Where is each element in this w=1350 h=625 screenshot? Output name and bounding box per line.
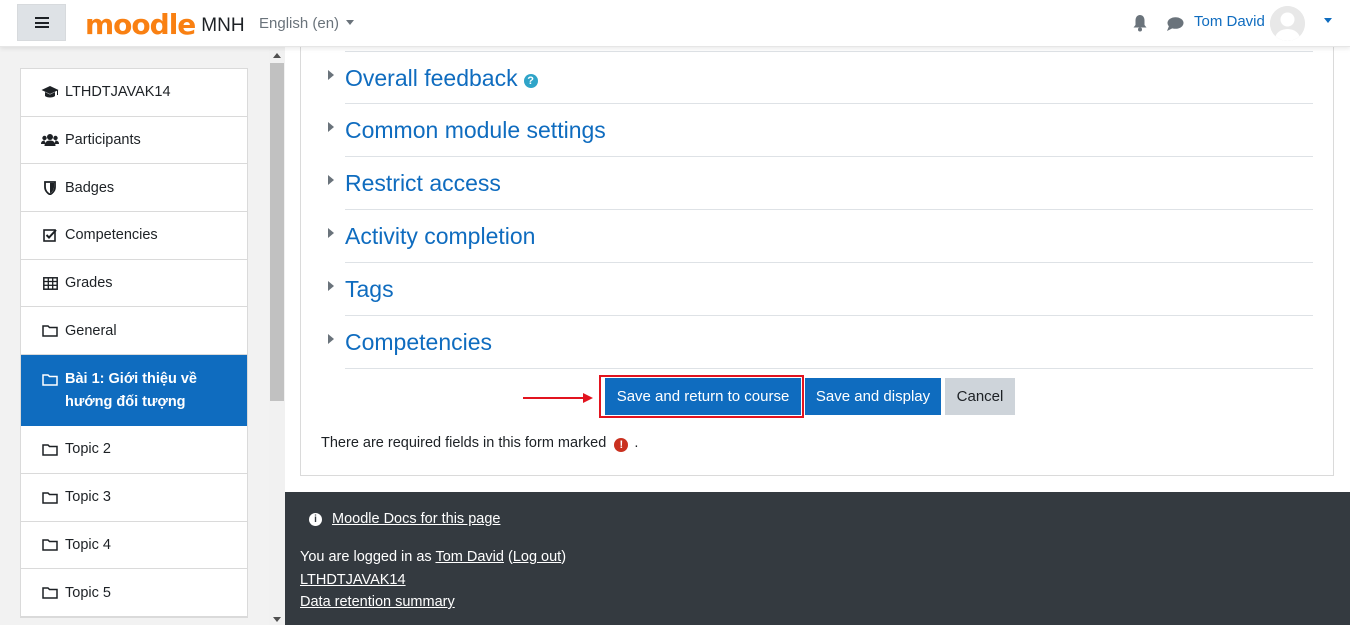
moodle-docs-link[interactable]: Moodle Docs for this page — [332, 511, 500, 527]
folder-icon — [41, 585, 59, 601]
section-title: Competencies — [345, 329, 493, 355]
sidebar-item-label: Bài 1: Giới thiệu về hướng đối tượng — [65, 371, 197, 411]
user-menu-chevron-icon[interactable] — [1324, 18, 1332, 23]
scrollbar-thumb[interactable] — [270, 63, 284, 401]
logged-in-prefix: You are logged in as — [300, 549, 432, 565]
moodle-logo: moodle — [85, 8, 196, 41]
chevron-right-icon — [328, 70, 334, 80]
check-square-icon — [41, 227, 59, 243]
sidebar-item-lesson-1[interactable]: Bài 1: Giới thiệu về hướng đối tượng — [21, 355, 247, 427]
data-retention-link[interactable]: Data retention summary — [300, 594, 455, 610]
table-icon — [41, 275, 59, 291]
footer-retention-row: Data retention summary — [300, 594, 455, 610]
user-name-link[interactable]: Tom David — [1194, 13, 1265, 30]
section-restrict-access[interactable]: Restrict access — [328, 156, 1313, 209]
top-navbar: moodle MNH English (en) Tom David — [0, 0, 1350, 47]
sidebar-item-participants[interactable]: Participants — [21, 117, 247, 165]
page-footer: i Moodle Docs for this page You are logg… — [285, 492, 1350, 625]
chevron-right-icon — [328, 281, 334, 291]
sidebar-item-topic-3[interactable]: Topic 3 — [21, 474, 247, 522]
section-title: Overall feedback? — [345, 65, 538, 92]
cancel-button[interactable]: Cancel — [945, 378, 1015, 415]
sidebar-item-label: Grades — [65, 275, 113, 292]
docs-link-row: i Moodle Docs for this page — [309, 511, 500, 527]
sidebar-item-course[interactable]: LTHDTJAVAK14 — [21, 69, 247, 117]
chat-icon[interactable] — [1166, 16, 1184, 32]
sidebar-item-label: Topic 4 — [65, 536, 111, 553]
sidebar-item-topic-5[interactable]: Topic 5 — [21, 569, 247, 617]
section-divider — [345, 368, 1313, 369]
annotation-arrow — [523, 397, 585, 399]
folder-icon — [41, 371, 59, 387]
user-avatar-icon — [1270, 6, 1305, 41]
folder-icon — [41, 537, 59, 553]
chevron-right-icon — [328, 334, 334, 344]
scroll-down-arrow-icon[interactable] — [273, 617, 281, 622]
footer-course-row: LTHDTJAVAK14 — [300, 572, 406, 588]
nav-drawer: LTHDTJAVAK14 Participants Badges Compete… — [0, 47, 285, 625]
sidebar-item-badges[interactable]: Badges — [21, 164, 247, 213]
logout-link[interactable]: Log out — [513, 549, 561, 565]
required-icon: ! — [614, 438, 629, 452]
sidebar-item-label: Topic 2 — [65, 441, 111, 458]
section-competencies[interactable]: Competencies — [328, 315, 1313, 368]
sidebar-item-label: General — [65, 322, 117, 339]
course-nav-list: LTHDTJAVAK14 Participants Badges Compete… — [20, 68, 248, 618]
section-title: Common module settings — [345, 117, 606, 143]
section-title: Restrict access — [345, 170, 501, 196]
footer-user-link[interactable]: Tom David — [435, 549, 504, 565]
scroll-up-arrow-icon[interactable] — [273, 53, 281, 58]
sidebar-item-label: Topic 5 — [65, 584, 111, 601]
sidebar-item-competencies[interactable]: Competencies — [21, 212, 247, 260]
footer-course-link[interactable]: LTHDTJAVAK14 — [300, 572, 406, 588]
annotation-highlight-box — [599, 375, 804, 418]
folder-icon — [41, 323, 59, 339]
sidebar-item-topic-4[interactable]: Topic 4 — [21, 522, 247, 570]
menu-icon — [34, 17, 49, 28]
chevron-right-icon — [328, 175, 334, 185]
chevron-right-icon — [328, 122, 334, 132]
required-note-suffix: . — [634, 435, 639, 451]
language-menu[interactable]: English (en) — [259, 15, 355, 32]
info-icon: i — [309, 512, 322, 526]
section-tags[interactable]: Tags — [328, 262, 1313, 315]
logged-in-info: You are logged in as Tom David (Log out) — [300, 549, 567, 565]
required-fields-note: There are required fields in this form m… — [321, 435, 638, 452]
help-icon[interactable]: ? — [523, 74, 538, 88]
folder-icon — [41, 441, 59, 457]
section-title-text: Overall feedback — [345, 65, 518, 91]
graduation-cap-icon — [41, 84, 59, 100]
section-activity-completion[interactable]: Activity completion — [328, 209, 1313, 262]
sidebar-item-label: Participants — [65, 132, 141, 149]
sidebar-item-label: Competencies — [65, 227, 158, 244]
chevron-right-icon — [328, 228, 334, 238]
required-note-text: There are required fields in this form m… — [321, 435, 607, 451]
sidebar-item-label: Badges — [65, 179, 115, 196]
site-name: MNH — [201, 15, 245, 36]
annotation-arrow-head-icon — [583, 393, 593, 403]
avatar[interactable] — [1270, 6, 1305, 41]
sidebar-item-label: Topic 3 — [65, 489, 111, 506]
chevron-down-icon — [346, 20, 355, 25]
section-common-module-settings[interactable]: Common module settings — [328, 103, 1313, 156]
drawer-scrollbar[interactable] — [269, 47, 285, 625]
site-logo[interactable]: moodle MNH — [85, 9, 245, 39]
section-title: Tags — [345, 276, 394, 302]
sidebar-item-label: LTHDTJAVAK14 — [65, 84, 171, 101]
users-icon — [41, 132, 59, 148]
sidebar-item-grades[interactable]: Grades — [21, 260, 247, 308]
bell-icon[interactable] — [1132, 14, 1148, 32]
sidebar-item-general[interactable]: General — [21, 307, 247, 356]
language-label: English (en) — [259, 15, 340, 32]
section-title: Activity completion — [345, 223, 536, 249]
folder-icon — [41, 489, 59, 505]
drawer-toggle-button[interactable] — [17, 4, 66, 41]
section-overall-feedback[interactable]: Overall feedback? — [328, 51, 1313, 104]
sidebar-item-topic-2[interactable]: Topic 2 — [21, 426, 247, 474]
shield-icon — [41, 180, 59, 196]
save-and-display-button[interactable]: Save and display — [805, 378, 941, 415]
